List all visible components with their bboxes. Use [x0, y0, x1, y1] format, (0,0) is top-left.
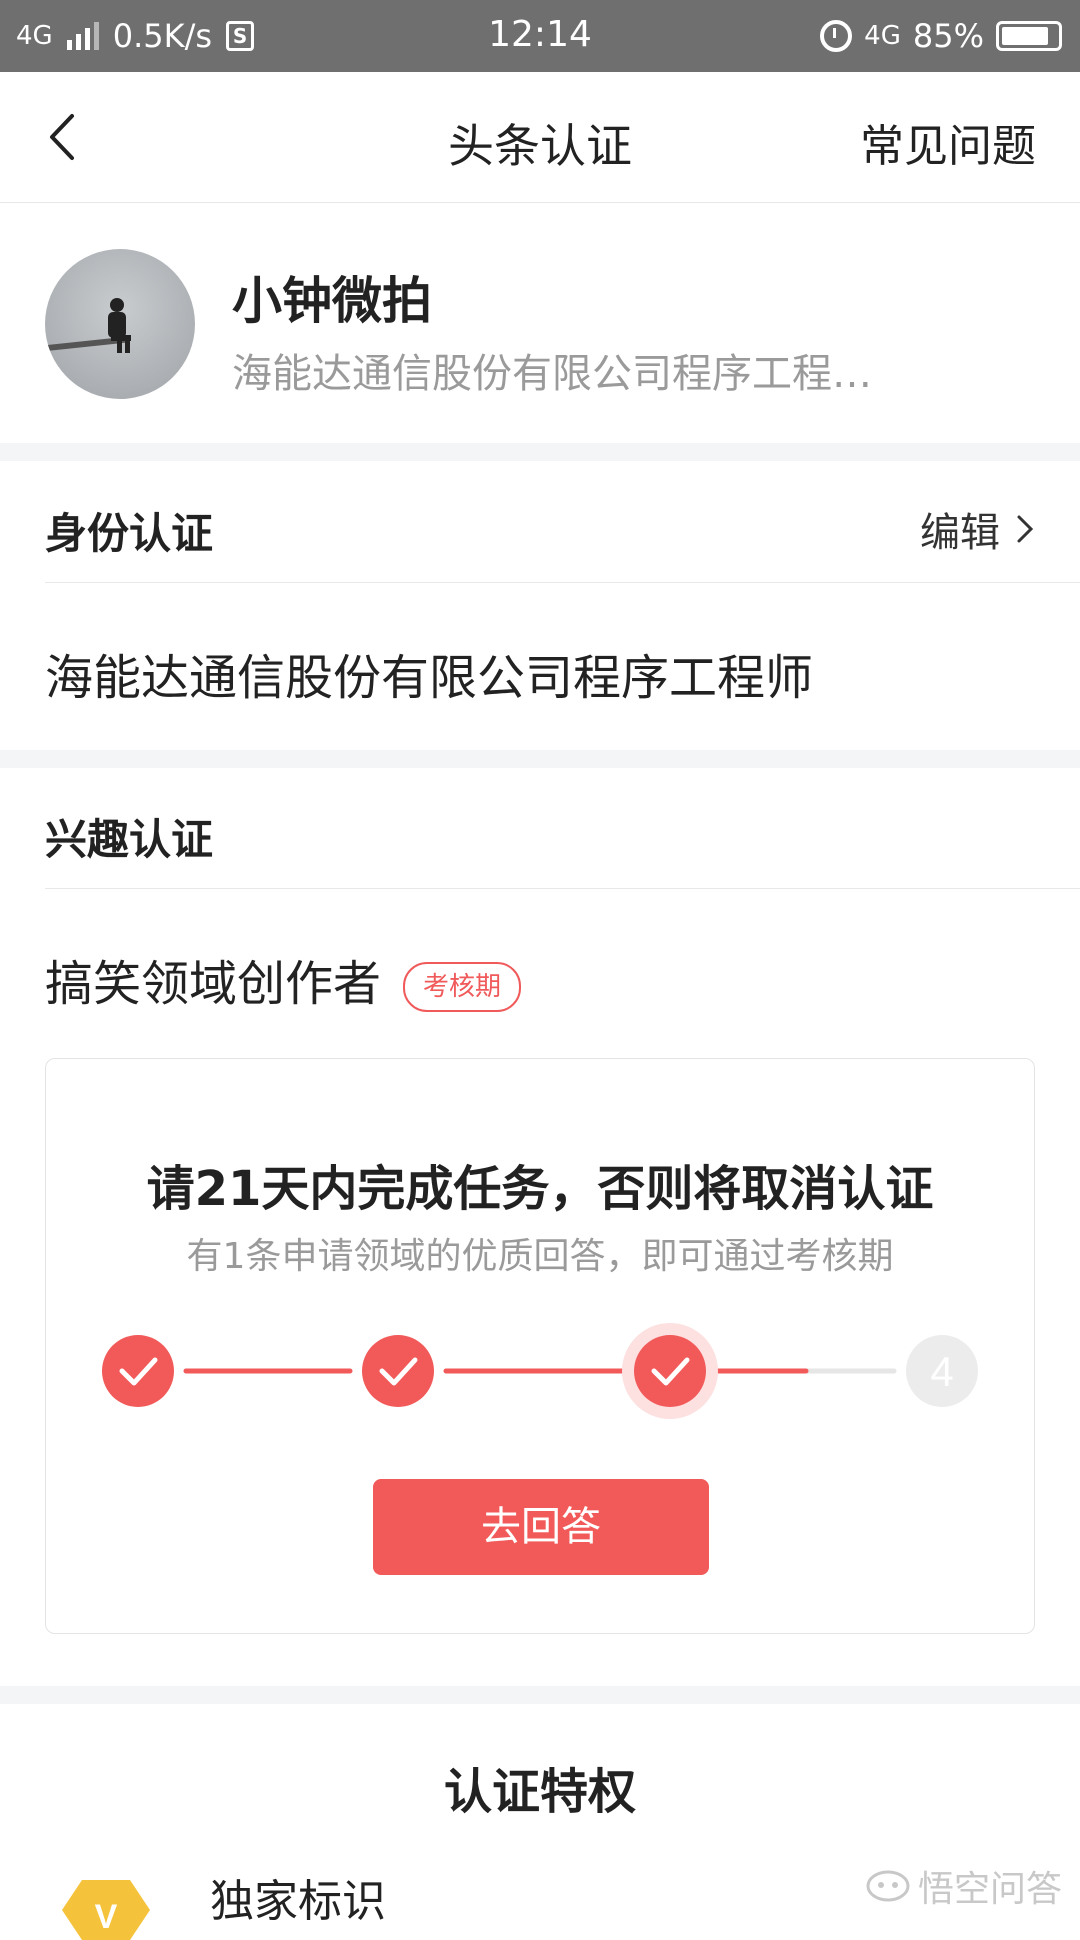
- step-number: 4: [930, 1348, 953, 1395]
- identity-section-title: 身份认证: [45, 509, 214, 558]
- alarm-icon: [820, 20, 853, 52]
- go-answer-button[interactable]: 去回答: [373, 1479, 709, 1575]
- step-done-circle: [362, 1335, 434, 1407]
- watermark: 悟空问答: [866, 1860, 1062, 1912]
- row-divider: [45, 582, 1080, 583]
- nav-bar: 头条认证 常见问题: [0, 72, 1080, 203]
- battery-percent: 85%: [912, 17, 984, 55]
- status-right: 4G 85%: [820, 14, 1062, 58]
- chevron-right-icon: [1017, 515, 1034, 543]
- verified-badge-icon: V: [62, 1880, 150, 1940]
- profile-description: 海能达通信股份有限公司程序工程…: [232, 351, 872, 397]
- interest-field: 搞笑领域创作者: [45, 956, 382, 1012]
- identity-value: 海能达通信股份有限公司程序工程师: [45, 650, 814, 706]
- battery-icon: [996, 21, 1062, 51]
- faq-link[interactable]: 常见问题: [860, 110, 1036, 174]
- profile-name: 小钟微拍: [232, 272, 432, 330]
- section-divider: [0, 750, 1080, 768]
- step-done-circle: [102, 1335, 174, 1407]
- edit-button[interactable]: 编辑: [920, 500, 1036, 558]
- network-label-right: 4G: [864, 21, 901, 51]
- avatar[interactable]: [45, 249, 195, 399]
- avatar-image-icon: [45, 298, 131, 353]
- privilege-item-label: 独家标识: [210, 1876, 386, 1927]
- section-divider: [0, 1686, 1080, 1704]
- row-divider: [45, 888, 1080, 889]
- interest-section-title: 兴趣认证: [45, 815, 214, 864]
- profile-header: 小钟微拍 海能达通信股份有限公司程序工程…: [0, 203, 1080, 443]
- status-badge: 考核期: [403, 962, 522, 1012]
- status-bar: 4G 0.5K/s S 12:14 4G 85%: [0, 0, 1080, 72]
- step-done-circle: [634, 1335, 706, 1407]
- interest-field-row: 搞笑领域创作者 考核期: [45, 944, 522, 1014]
- section-divider: [0, 443, 1080, 461]
- edit-label: 编辑: [920, 510, 1000, 556]
- svg-text:V: V: [95, 1898, 118, 1936]
- task-card: 请21天内完成任务，否则将取消认证 有1条申请领域的优质回答，即可通过考核期 4…: [45, 1058, 1035, 1634]
- progress-steps-graphic: 4: [102, 1323, 978, 1419]
- watermark-text: 悟空问答: [917, 1869, 1062, 1910]
- privileges-title: 认证特权: [443, 1764, 636, 1820]
- watermark-logo-icon: [866, 1870, 910, 1902]
